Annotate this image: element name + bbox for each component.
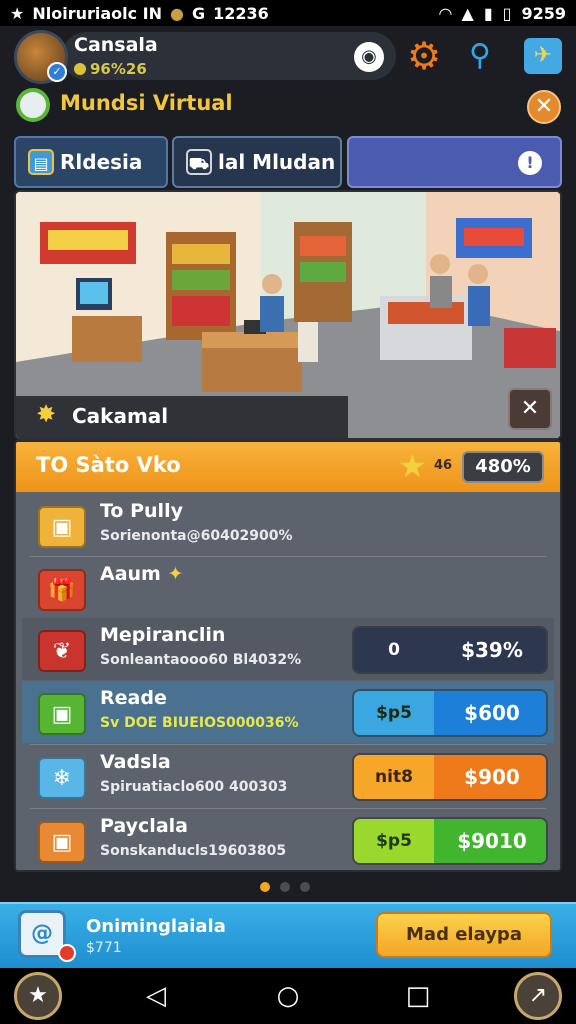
promo-sub: $771 [86,940,122,956]
item-name: Mepiranclin [100,624,226,646]
share-icon[interactable]: ↗ [514,972,562,1020]
cart-icon: ⛟ [186,149,212,175]
item-name-text: Aaum [100,563,161,585]
price-value: $39% [434,628,546,672]
list-item[interactable]: ❦ Mepiranclin Sonleantaooo60 Bl4032% 0 $… [22,618,554,680]
tab-market-label: lal Mludan [218,150,336,174]
close-icon[interactable]: ✕ [508,388,552,430]
buy-button[interactable]: nit8 $900 [352,753,548,801]
game-logo-icon [16,88,50,122]
tab-store[interactable]: ▤ Rldesia [14,136,168,188]
top-header: ✓ Cansala 96%26 ◉ ⚙ ⚲ ✈ [0,26,576,88]
gift-bag-icon: 🎁 [38,569,86,611]
search-icon[interactable]: ⚲ [460,36,500,76]
verified-badge-icon: ✓ [47,62,67,82]
item-name: Aaum ✦ [100,563,183,585]
store-scene[interactable]: ✸ Cakamal ✕ [14,190,562,440]
page-dot[interactable] [280,882,290,892]
item-sub: Sonskanducls19603805 [100,843,287,859]
star-icon: ★ [398,447,427,485]
back-icon[interactable]: ◁ [136,976,176,1016]
item-name: To Pully [100,500,183,522]
list-item[interactable]: ▣ Reade Sv DOE BIUEIOS000036% $p5 $600 [22,681,554,743]
crate-icon: ▣ [38,821,86,863]
status-bar: ★ Nloiruriaolc IN ● G 12236 ◠ ▲ ▮ ▯ 9259 [0,0,576,26]
list-item[interactable]: 🎁 Aaum ✦ [22,557,554,619]
page-dot[interactable] [300,882,310,892]
sparkle-icon: ✸ [36,400,57,428]
gear-icon[interactable]: ⚙ [404,36,444,76]
player-coins: 96%26 [74,60,147,78]
notification-icon: ● [170,3,184,23]
price-value: $600 [434,691,546,735]
player-name: Cansala [74,34,158,56]
tab-market[interactable]: ⛟ lal Mludan [172,136,342,188]
recents-icon[interactable]: □ [398,976,438,1016]
notification-badge [58,944,76,962]
list-item[interactable]: ❄ Vadsla Spiruatiaclo600 400303 nit8 $90… [22,745,554,807]
promo-bar: @ Oniminglaiala $771 Mad elaypa [0,902,576,968]
battery-icon: ▯ [502,3,512,23]
map-icon[interactable]: ✈ [524,38,562,74]
produce-crate-icon: ❦ [38,630,86,672]
status-app-label: Nloiruriaolc IN [32,3,163,23]
buy-button[interactable]: $p5 $9010 [352,817,548,865]
status-time-left: 12236 [213,3,269,23]
promo-button[interactable]: Mad elaypa [376,912,552,958]
star-count: 46 [434,458,453,473]
page-dot-active[interactable] [260,882,270,892]
item-name: Payclala [100,815,188,837]
list-item[interactable]: ▣ To Pully Sorienonta@60402900% [22,494,554,556]
panel-percent: 480% [462,451,544,483]
price-value: $9010 [434,819,546,863]
item-sub: Spiruatiaclo600 400303 [100,779,288,795]
signal-icon: ▲ [461,3,474,23]
price-quantity: $p5 [354,819,434,863]
item-sub: Sorienonta@60402900% [100,528,293,544]
price-quantity: nit8 [354,755,434,799]
eye-icon[interactable]: ◉ [354,42,384,72]
home-icon[interactable]: ○ [268,976,308,1016]
price-quantity: $p5 [354,691,434,735]
title-row: Mundsi Virtual ✕ [0,88,576,124]
panel-header: TO Sàto Vko ★ 46 480% [16,442,560,492]
sync-status-icon: G [192,3,206,23]
info-icon: ! [518,151,542,175]
price-quantity: 0 [354,628,434,672]
player-coins-value: 96%26 [90,60,147,78]
page-title: Mundsi Virtual [60,91,233,115]
signal-bars-icon: ▮ [483,3,493,23]
buy-button[interactable]: 0 $39% [352,626,548,674]
panel-title: TO Sàto Vko [36,453,181,477]
status-time-right: 9259 [521,3,566,23]
freezer-box-icon: ❄ [38,757,86,799]
store-icon: ▤ [28,149,54,175]
shop-panel: TO Sàto Vko ★ 46 480% ▣ To Pully Sorieno… [14,440,562,872]
page-indicator [260,882,310,892]
tab-info[interactable]: ! [347,136,562,188]
system-nav-bar: ★ ◁ ○ □ ↗ [0,968,576,1024]
close-icon[interactable]: ✕ [527,90,561,124]
promo-title: Oniminglaiala [86,916,226,937]
buy-button[interactable]: $p5 $600 [352,689,548,737]
item-name: Reade [100,687,167,709]
coin-icon [74,63,86,75]
scene-caption: Cakamal [72,404,169,428]
green-crate-icon: ▣ [38,693,86,735]
home-status-icon: ★ [10,3,25,23]
scene-caption-bar [16,396,348,438]
wifi-icon: ◠ [439,3,452,23]
sparkle-icon: ✦ [167,563,184,585]
tab-bar: ▤ Rldesia ⛟ lal Mludan ! [14,136,562,188]
item-sub: Sv DOE BIUEIOS000036% [100,715,299,731]
list-item[interactable]: ▣ Payclala Sonskanducls19603805 $p5 $901… [22,809,554,870]
item-sub: Sonleantaooo60 Bl4032% [100,652,302,668]
star-icon[interactable]: ★ [14,972,62,1020]
box-icon: ▣ [38,506,86,548]
price-value: $900 [434,755,546,799]
tab-store-label: Rldesia [60,150,143,174]
item-name: Vadsla [100,751,171,773]
